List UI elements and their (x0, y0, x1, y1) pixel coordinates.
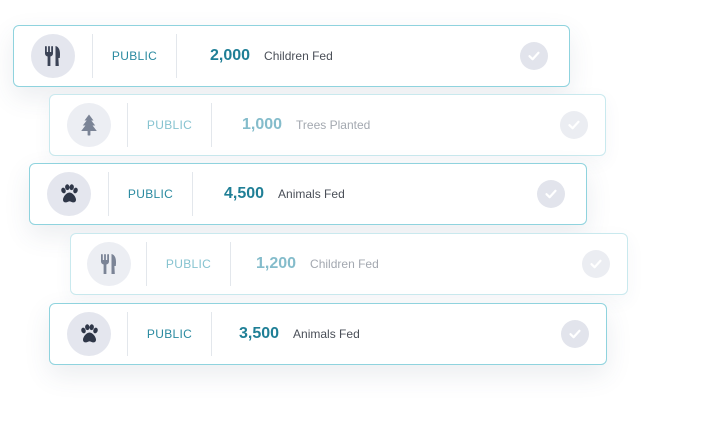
visibility-badge: PUBLIC (146, 327, 193, 341)
check-icon (568, 120, 580, 130)
utensils-icon (86, 242, 131, 286)
check-icon (528, 51, 540, 61)
utensils-icon (31, 34, 75, 78)
card-icon-slot (14, 34, 92, 78)
impact-count: 1,000 (242, 116, 283, 133)
card-icon-slot (30, 172, 108, 216)
impact-count: 4,500 (224, 185, 265, 202)
divider (230, 242, 231, 286)
impact-count: 3,500 (239, 325, 280, 342)
check-button[interactable] (537, 180, 565, 208)
card-icon-slot (71, 242, 146, 286)
card-icon-slot (50, 312, 127, 356)
tree-icon (66, 103, 111, 147)
impact-count: 2,000 (210, 47, 251, 64)
impact-label: Children Fed (264, 49, 333, 63)
paw-icon (47, 172, 91, 216)
impact-count: 1,200 (256, 255, 297, 272)
visibility-badge: PUBLIC (146, 118, 193, 132)
visibility-badge: PUBLIC (111, 49, 158, 63)
impact-label: Children Fed (310, 257, 379, 271)
check-icon (590, 259, 602, 269)
impact-label: Animals Fed (293, 327, 360, 341)
impact-card[interactable]: PUBLIC 1,000 Trees Planted (49, 94, 606, 156)
visibility-badge: PUBLIC (127, 187, 174, 201)
paw-icon (66, 312, 111, 356)
card-icon-slot (50, 103, 127, 147)
check-button[interactable] (582, 250, 610, 278)
check-button[interactable] (560, 111, 588, 139)
check-button[interactable] (520, 42, 548, 70)
visibility-badge: PUBLIC (165, 257, 212, 271)
divider (192, 172, 193, 216)
divider (211, 103, 212, 147)
check-icon (569, 329, 581, 339)
check-button[interactable] (561, 320, 589, 348)
impact-label: Trees Planted (296, 118, 371, 132)
divider (176, 34, 177, 78)
impact-card[interactable]: PUBLIC 3,500 Animals Fed (49, 303, 607, 365)
impact-label: Animals Fed (278, 187, 345, 201)
impact-card[interactable]: PUBLIC 2,000 Children Fed (13, 25, 570, 87)
impact-card[interactable]: PUBLIC 4,500 Animals Fed (29, 163, 587, 225)
check-icon (545, 189, 557, 199)
impact-card[interactable]: PUBLIC 1,200 Children Fed (70, 233, 628, 295)
impact-card-stack: PUBLIC 2,000 Children Fed PUBLIC 1,000 T… (0, 0, 705, 423)
divider (211, 312, 212, 356)
